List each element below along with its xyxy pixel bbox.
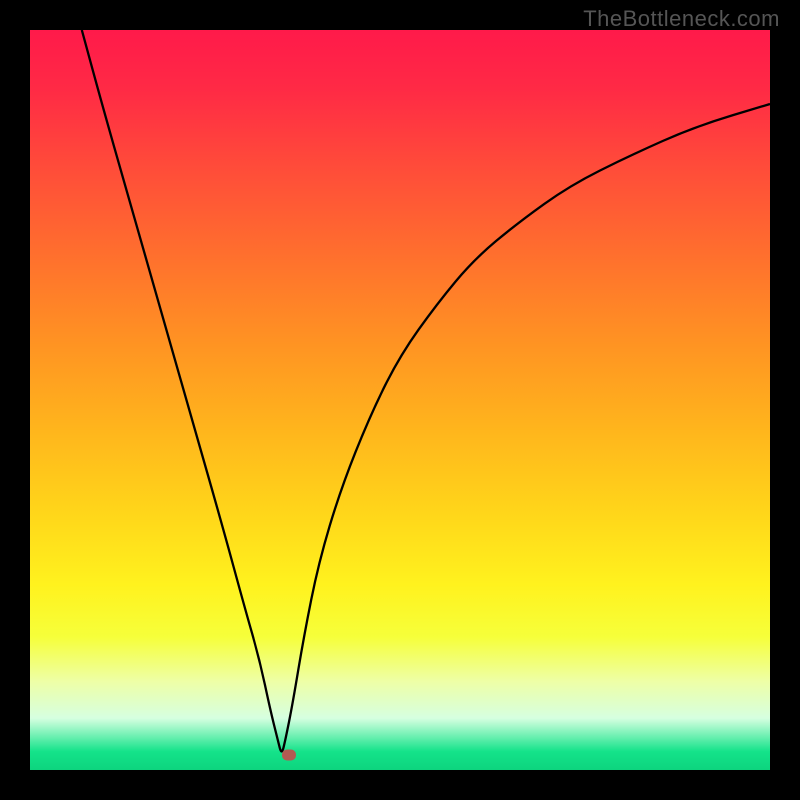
watermark-text: TheBottleneck.com <box>583 6 780 32</box>
bottleneck-curve <box>82 30 770 752</box>
plot-area <box>30 30 770 770</box>
curve-svg <box>30 30 770 770</box>
optimum-marker <box>282 750 296 761</box>
